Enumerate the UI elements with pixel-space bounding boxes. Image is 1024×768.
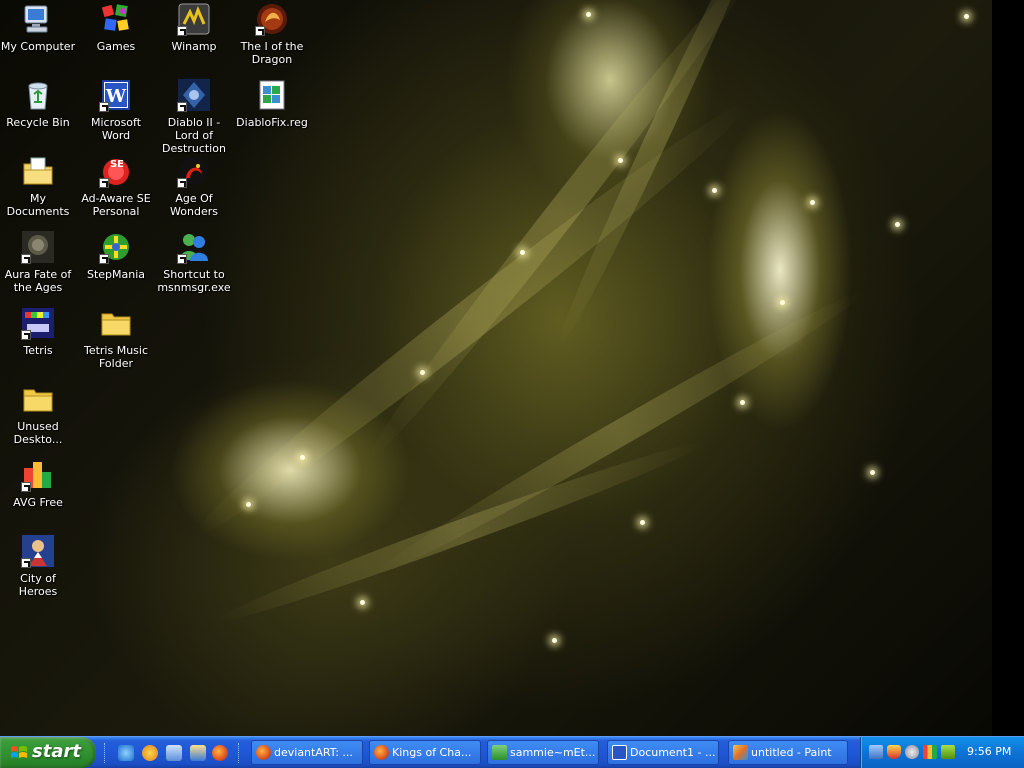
winamp-icon: [177, 2, 211, 36]
quick-launch-grip[interactable]: [104, 743, 108, 763]
start-button[interactable]: start: [0, 737, 96, 768]
icon-label: Tetris: [23, 344, 53, 357]
start-label: start: [32, 741, 81, 762]
icon-label: Microsoft Word: [90, 116, 142, 142]
recycle-bin-icon: [21, 78, 55, 112]
desktop-icon-games[interactable]: Games: [78, 2, 154, 53]
icon-label: City of Heroes: [18, 572, 58, 598]
windows-flag-icon: [11, 746, 27, 758]
icon-label: StepMania: [86, 268, 146, 281]
svg-text:SE: SE: [110, 159, 124, 170]
aura-game-icon: [21, 230, 55, 264]
internet-explorer-icon[interactable]: [118, 745, 134, 761]
city-of-heroes-icon: [21, 534, 55, 568]
icon-label: Aura Fate of the Ages: [4, 268, 72, 294]
paint-icon: [733, 745, 748, 760]
icon-label: Age Of Wonders: [170, 192, 218, 218]
desktop-icon-diablofix-reg[interactable]: DiabloFix.reg: [234, 78, 310, 129]
desktop-icon-msn-messenger[interactable]: Shortcut to msnmsgr.exe: [156, 230, 232, 294]
microsoft-word-icon: [612, 745, 627, 760]
icon-label: Shortcut to msnmsgr.exe: [157, 268, 231, 294]
ad-aware-icon: SE: [99, 154, 133, 188]
icon-label: Diablo II - Lord of Destruction: [162, 116, 226, 155]
desktop-icon-stepmania[interactable]: StepMania: [78, 230, 154, 281]
icon-label: Ad-Aware SE Personal: [81, 192, 151, 218]
task-label: Document1 - ...: [630, 746, 716, 759]
desktop-icon-recycle-bin[interactable]: Recycle Bin: [0, 78, 76, 129]
folder-icon: [21, 382, 55, 416]
tetris-icon: [21, 306, 55, 340]
task-label: untitled - Paint: [751, 746, 832, 759]
system-tray: 9:56 PM: [860, 737, 1024, 768]
avg-icon: [21, 458, 55, 492]
icon-label: Unused Deskto...: [13, 420, 63, 446]
desktop-icon-age-of-wonders[interactable]: Age Of Wonders: [156, 154, 232, 218]
screen-right-edge: [992, 0, 1024, 736]
avg-tray-icon[interactable]: [923, 745, 937, 759]
task-label: Kings of Cha...: [392, 746, 472, 759]
security-shield-icon[interactable]: [887, 745, 901, 759]
network-icon[interactable]: [869, 745, 883, 759]
desktop-icon-microsoft-word[interactable]: W Microsoft Word: [78, 78, 154, 142]
my-documents-icon: [21, 154, 55, 188]
task-button-deviantart[interactable]: deviantART: ...: [251, 740, 363, 765]
task-button-document1[interactable]: Document1 - ...: [607, 740, 719, 765]
task-label: sammie~mEt...: [510, 746, 596, 759]
firefox-icon: [374, 745, 389, 760]
registry-file-icon: [255, 78, 289, 112]
task-label: deviantART: ...: [274, 746, 353, 759]
msn-messenger-icon: [177, 230, 211, 264]
icon-label: My Computer: [0, 40, 76, 53]
desktop-icon-winamp[interactable]: Winamp: [156, 2, 232, 53]
icon-label: The I of the Dragon: [240, 40, 304, 66]
dragon-game-icon: [255, 2, 289, 36]
desktop-icon-ad-aware[interactable]: SE Ad-Aware SE Personal: [78, 154, 154, 218]
icon-label: My Documents: [6, 192, 70, 218]
outlook-icon[interactable]: [190, 745, 206, 761]
nvidia-icon[interactable]: [941, 745, 955, 759]
show-desktop-icon[interactable]: [166, 745, 182, 761]
folder-icon: [99, 306, 133, 340]
desktop-icon-diablo[interactable]: Diablo II - Lord of Destruction: [156, 78, 232, 155]
icon-label: Winamp: [171, 40, 217, 53]
desktop-icon-unused-desktop[interactable]: Unused Deskto...: [0, 382, 76, 446]
desktop-background[interactable]: My Computer Recycle Bin My Documents Aur…: [0, 0, 1024, 736]
icon-label: DiabloFix.reg: [236, 116, 308, 129]
games-icon: [99, 2, 133, 36]
taskbar-grip[interactable]: [238, 743, 242, 763]
icon-label: Recycle Bin: [6, 116, 70, 129]
desktop-icon-the-i-of-the-dragon[interactable]: The I of the Dragon: [234, 2, 310, 66]
icon-label: Games: [96, 40, 136, 53]
desktop-icon-aura[interactable]: Aura Fate of the Ages: [0, 230, 76, 294]
microsoft-word-icon: W: [99, 78, 133, 112]
task-button-paint[interactable]: untitled - Paint: [728, 740, 848, 765]
desktop-icon-avg-free[interactable]: AVG Free: [0, 458, 76, 509]
icon-label: AVG Free: [13, 496, 63, 509]
diablo-icon: [177, 78, 211, 112]
taskbar: start deviantART: ... Kings of Cha... sa…: [0, 736, 1024, 768]
desktop-icon-city-of-heroes[interactable]: City of Heroes: [0, 534, 76, 598]
clock[interactable]: 9:56 PM: [967, 745, 1011, 758]
task-button-chat[interactable]: sammie~mEt...: [487, 740, 599, 765]
chat-window-icon: [492, 745, 507, 760]
desktop-icon-my-documents[interactable]: My Documents: [0, 154, 76, 218]
firefox-icon: [256, 745, 271, 760]
stepmania-icon: [99, 230, 133, 264]
icon-label: Tetris Music Folder: [83, 344, 149, 370]
desktop-icon-tetris[interactable]: Tetris: [0, 306, 76, 357]
media-player-icon[interactable]: [142, 745, 158, 761]
age-of-wonders-icon: [177, 154, 211, 188]
desktop-icon-my-computer[interactable]: My Computer: [0, 2, 76, 53]
speaker-icon[interactable]: [905, 745, 919, 759]
task-button-kings-of-chaos[interactable]: Kings of Cha...: [369, 740, 481, 765]
firefox-icon[interactable]: [212, 745, 228, 761]
desktop-icon-tetris-music-folder[interactable]: Tetris Music Folder: [78, 306, 154, 370]
my-computer-icon: [21, 2, 55, 36]
